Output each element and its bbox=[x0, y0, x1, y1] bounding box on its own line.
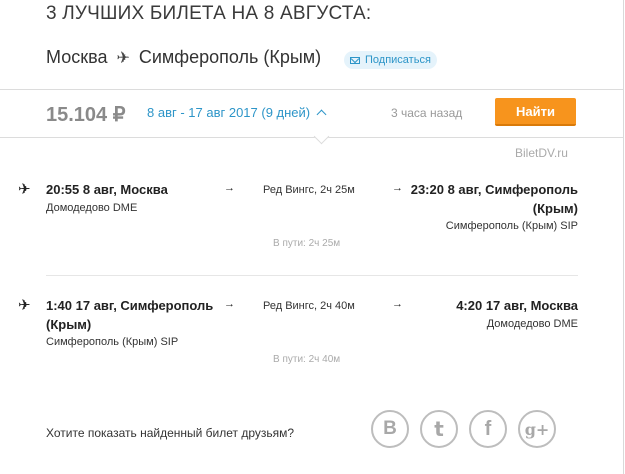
google-plus-icon: g+ bbox=[524, 419, 550, 439]
departure-airport: Домодедово DME bbox=[46, 202, 138, 214]
twitter-icon: t bbox=[434, 417, 444, 441]
route: Москва ✈ Симферополь (Крым) bbox=[46, 47, 321, 68]
travel-time: В пути: 2ч 40м bbox=[273, 354, 341, 365]
twitter-share-button[interactable]: t bbox=[420, 410, 458, 448]
divider bbox=[46, 275, 578, 276]
arrival-airport: Домодедово DME bbox=[486, 318, 578, 330]
source-label: BiletDV.ru bbox=[515, 146, 568, 160]
plane-return-icon: ✈ bbox=[18, 297, 31, 314]
ticket-card: 3 ЛУЧШИХ БИЛЕТА НА 8 АВГУСТА: Москва ✈ С… bbox=[0, 0, 624, 474]
plane-icon: ✈ bbox=[116, 49, 130, 67]
destination-city: Симферополь (Крым) bbox=[138, 47, 322, 67]
subscribe-button[interactable]: Подписаться bbox=[344, 51, 437, 69]
arrow-right-icon: → bbox=[224, 182, 235, 194]
origin-city: Москва bbox=[46, 47, 108, 67]
arrival-info: 23:20 8 авг, Симферополь (Крым) bbox=[410, 182, 578, 216]
updated-time: 3 часа назад bbox=[391, 106, 463, 120]
date-range-toggle[interactable]: 8 авг - 17 авг 2017 (9 дней) bbox=[147, 105, 327, 120]
date-range-label: 8 авг - 17 авг 2017 (9 дней) bbox=[147, 105, 311, 120]
chevron-up-icon bbox=[316, 109, 327, 120]
page-title: 3 ЛУЧШИХ БИЛЕТА НА 8 АВГУСТА: bbox=[46, 3, 372, 24]
vkontakte-icon: B bbox=[383, 418, 397, 439]
facebook-icon: f bbox=[484, 417, 492, 440]
plane-departure-icon: ✈ bbox=[18, 181, 31, 198]
share-prompt: Хотите показать найденный билет друзьям? bbox=[46, 426, 295, 440]
departure-info: 20:55 8 авг, Москва bbox=[46, 182, 168, 197]
subscribe-label: Подписаться bbox=[365, 54, 431, 66]
airline-info: Ред Вингс, 2ч 40м bbox=[263, 300, 355, 312]
travel-time: В пути: 2ч 25м bbox=[273, 238, 341, 249]
arrow-right-icon: → bbox=[224, 298, 235, 310]
vkontakte-share-button[interactable]: B bbox=[371, 410, 409, 448]
envelope-icon bbox=[350, 56, 360, 64]
facebook-share-button[interactable]: f bbox=[469, 410, 507, 448]
find-button[interactable]: Найти bbox=[495, 98, 576, 126]
departure-info: 1:40 17 авг, Симферополь (Крым) bbox=[46, 298, 214, 332]
arrival-info: 4:20 17 авг, Москва bbox=[456, 298, 578, 313]
google-plus-share-button[interactable]: g+ bbox=[518, 410, 556, 448]
airline-info: Ред Вингс, 2ч 25м bbox=[263, 184, 355, 196]
departure-airport: Симферополь (Крым) SIP bbox=[46, 336, 179, 348]
arrival-airport: Симферополь (Крым) SIP bbox=[445, 220, 578, 232]
price: 15.104 ₽ bbox=[46, 104, 126, 126]
